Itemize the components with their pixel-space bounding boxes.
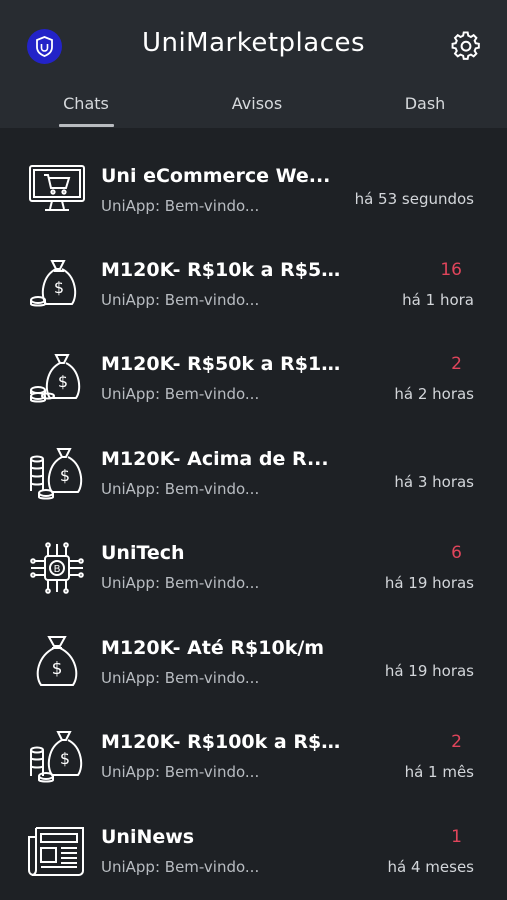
tab-chats[interactable]: Chats (47, 94, 125, 113)
chat-timestamp: há 4 meses (387, 858, 474, 876)
unread-badge: 16 (440, 260, 462, 280)
tab-avisos[interactable]: Avisos (215, 94, 299, 113)
svg-text:$: $ (60, 466, 70, 485)
unread-badge: 2 (451, 732, 462, 752)
chat-name: M120K- R$10k a R$5... (101, 259, 341, 281)
chat-timestamp: há 53 segundos (354, 190, 474, 208)
chat-name: Uni eCommerce We... (101, 165, 331, 187)
chat-name: M120K- R$100k a R$... (101, 731, 341, 753)
svg-text:$: $ (60, 749, 70, 768)
chat-preview: UniApp: Bem-vindo... (101, 763, 260, 781)
chat-item[interactable]: $ M120K- R$50k a R$1... UniApp: Bem-vind… (0, 332, 507, 426)
chat-name: UniTech (101, 542, 185, 564)
chat-preview: UniApp: Bem-vindo... (101, 858, 260, 876)
money-bag-icon: $ (31, 633, 89, 691)
chat-preview: UniApp: Bem-vindo... (101, 291, 260, 309)
chat-timestamp: há 19 horas (384, 574, 474, 592)
chat-item[interactable]: Uni eCommerce We... UniApp: Bem-vindo...… (0, 144, 507, 238)
chat-preview: UniApp: Bem-vindo... (101, 669, 260, 687)
chat-timestamp: há 19 horas (384, 662, 474, 680)
unread-badge: 2 (451, 354, 462, 374)
svg-text:$: $ (52, 659, 63, 679)
monitor-cart-icon (28, 163, 86, 221)
chat-timestamp: há 1 mês (404, 763, 474, 781)
chat-timestamp: há 1 hora (402, 291, 474, 309)
gear-icon[interactable] (451, 31, 481, 61)
chat-timestamp: há 2 horas (394, 385, 474, 403)
chat-preview: UniApp: Bem-vindo... (101, 197, 260, 215)
money-bag-coins-icon: $ (28, 350, 86, 408)
chat-item[interactable]: $ M120K- R$100k a R$... UniApp: Bem-vind… (0, 710, 507, 804)
chat-preview: UniApp: Bem-vindo... (101, 480, 260, 498)
money-bag-stack-icon: $ (28, 728, 86, 786)
money-bag-coin-icon: $ (28, 256, 86, 314)
chat-preview: UniApp: Bem-vindo... (101, 385, 260, 403)
chip-bitcoin-icon: B (28, 539, 86, 597)
money-bag-stacks-icon: $ (28, 445, 86, 503)
chat-list: Uni eCommerce We... UniApp: Bem-vindo...… (0, 128, 507, 900)
app-header: UniMarketplaces Chats Avisos Dash (0, 0, 507, 128)
unread-badge: 1 (451, 827, 462, 847)
chat-item[interactable]: $ M120K- Até R$10k/m UniApp: Bem-vindo..… (0, 616, 507, 710)
svg-text:$: $ (54, 278, 64, 297)
svg-text:$: $ (58, 372, 68, 391)
chat-preview: UniApp: Bem-vindo... (101, 574, 260, 592)
chat-item[interactable]: $ M120K- R$10k a R$5... UniApp: Bem-vind… (0, 238, 507, 332)
app-title: UniMarketplaces (141, 28, 366, 58)
tab-dash[interactable]: Dash (388, 94, 462, 113)
chat-item[interactable]: B UniTech UniApp: Bem-vindo... 6 há 19 h… (0, 521, 507, 615)
chat-item[interactable]: UniNews UniApp: Bem-vindo... 1 há 4 mese… (0, 805, 507, 899)
unread-badge: 6 (451, 543, 462, 563)
chat-name: UniNews (101, 826, 195, 848)
newspaper-icon (28, 825, 86, 883)
chat-name: M120K- Até R$10k/m (101, 637, 325, 659)
chat-item[interactable]: $ M120K- Acima de R... UniApp: Bem-vindo… (0, 427, 507, 521)
chat-timestamp: há 3 horas (394, 473, 474, 491)
chat-name: M120K- R$50k a R$1... (101, 353, 341, 375)
chat-name: M120K- Acima de R... (101, 448, 329, 470)
active-tab-indicator (59, 124, 114, 127)
svg-text:B: B (54, 564, 61, 575)
